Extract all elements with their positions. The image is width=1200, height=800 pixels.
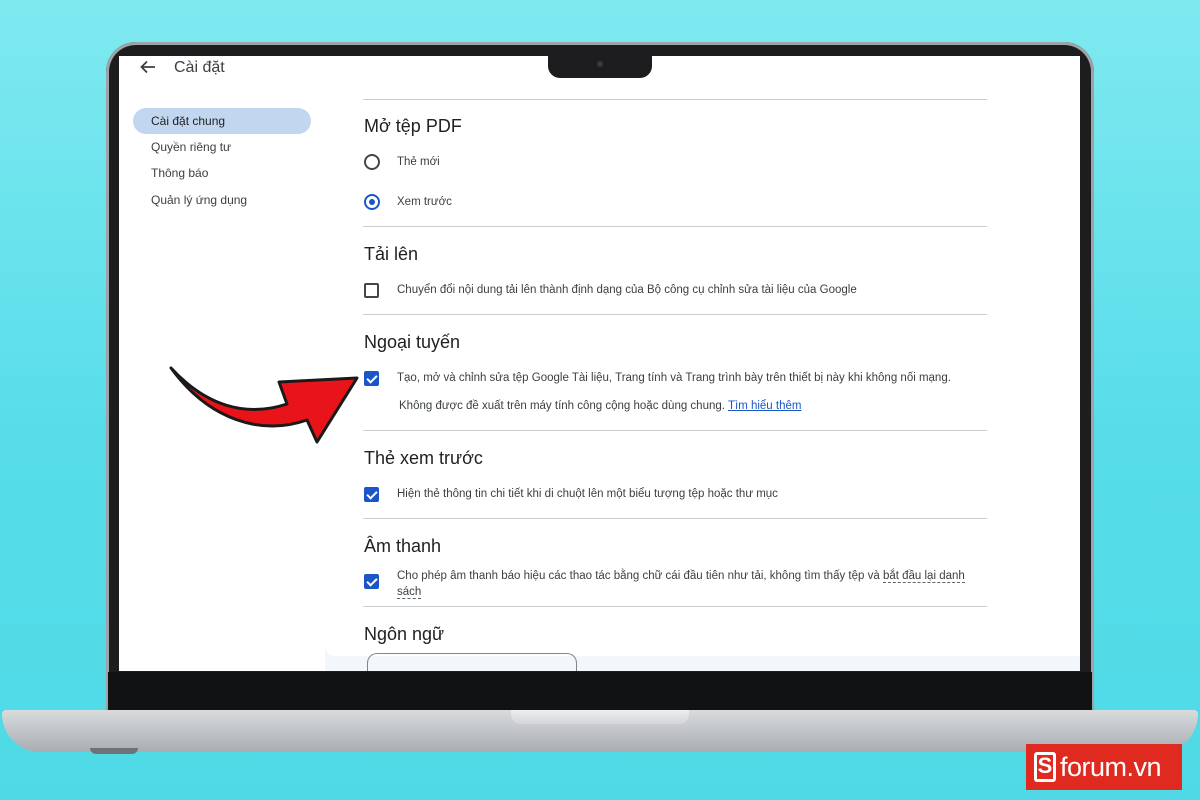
section-title-sound: Âm thanh [364, 536, 442, 556]
checkbox-label-preview-cards: Hiện thẻ thông tin chi tiết khi di chuột… [397, 488, 778, 500]
divider [363, 606, 987, 607]
sidebar-item-app-management[interactable]: Quản lý ứng dụng [133, 187, 311, 213]
back-button[interactable] [139, 58, 161, 80]
settings-content[interactable]: Mở tệp PDF Thẻ mới Xem trước Tải lên Chu… [325, 96, 1080, 671]
section-title-open-pdf: Mở tệp PDF [364, 116, 462, 136]
checkbox-convert-uploads[interactable] [364, 283, 379, 298]
sidebar-item-privacy[interactable]: Quyền riêng tư [133, 134, 311, 160]
radio-label-preview: Xem trước [397, 196, 452, 208]
page-title: Cài đặt [174, 59, 225, 76]
screen-bezel-bottom [108, 672, 1092, 710]
radio-new-tab[interactable] [364, 154, 380, 170]
divider [363, 99, 987, 100]
divider [363, 430, 987, 431]
sidebar-item-notifications[interactable]: Thông báo [133, 160, 311, 186]
checkbox-label-offline: Tạo, mở và chỉnh sửa tệp Google Tài liệu… [397, 372, 951, 384]
section-title-language: Ngôn ngữ [364, 624, 445, 644]
checkbox-sound[interactable] [364, 574, 379, 589]
sound-label-text: Cho phép âm thanh báo hiệu các thao tác … [397, 570, 883, 582]
section-title-offline: Ngoại tuyến [364, 332, 461, 352]
radio-label-new-tab: Thẻ mới [397, 156, 440, 168]
divider [363, 314, 987, 315]
sound-label-list: sách [397, 586, 422, 599]
sforum-logo-icon: S [1034, 752, 1056, 782]
language-select[interactable] [367, 653, 577, 671]
sound-label-restart: bắt đầu lại danh [882, 570, 965, 583]
settings-panel: Mở tệp PDF Thẻ mới Xem trước Tải lên Chu… [325, 96, 1080, 671]
arrow-left-icon [140, 60, 155, 74]
learn-more-link[interactable]: Tìm hiểu thêm [728, 400, 802, 412]
checkbox-label-convert-uploads: Chuyển đổi nội dung tải lên thành định d… [397, 284, 857, 296]
divider [363, 226, 987, 227]
sidebar-item-general[interactable]: Cài đặt chung [133, 108, 311, 134]
checkbox-offline[interactable] [364, 371, 379, 386]
offline-note: Không được đề xuất trên máy tính công cộ… [399, 400, 801, 412]
section-title-preview-cards: Thẻ xem trước [364, 448, 483, 468]
laptop-base-notch [511, 710, 689, 724]
sforum-badge-text: forum.vn [1060, 751, 1162, 782]
offline-note-text: Không được đề xuất trên máy tính công cộ… [399, 400, 725, 412]
checkbox-preview-cards[interactable] [364, 487, 379, 502]
section-title-upload: Tải lên [364, 244, 419, 264]
red-arrow-icon [169, 366, 359, 444]
divider [363, 518, 987, 519]
sforum-badge: S forum.vn [1026, 744, 1182, 790]
laptop-foot [90, 748, 138, 754]
camera-notch [548, 52, 652, 78]
checkbox-label-sound: Cho phép âm thanh báo hiệu các thao tác … [397, 568, 997, 600]
radio-preview[interactable] [364, 194, 380, 210]
